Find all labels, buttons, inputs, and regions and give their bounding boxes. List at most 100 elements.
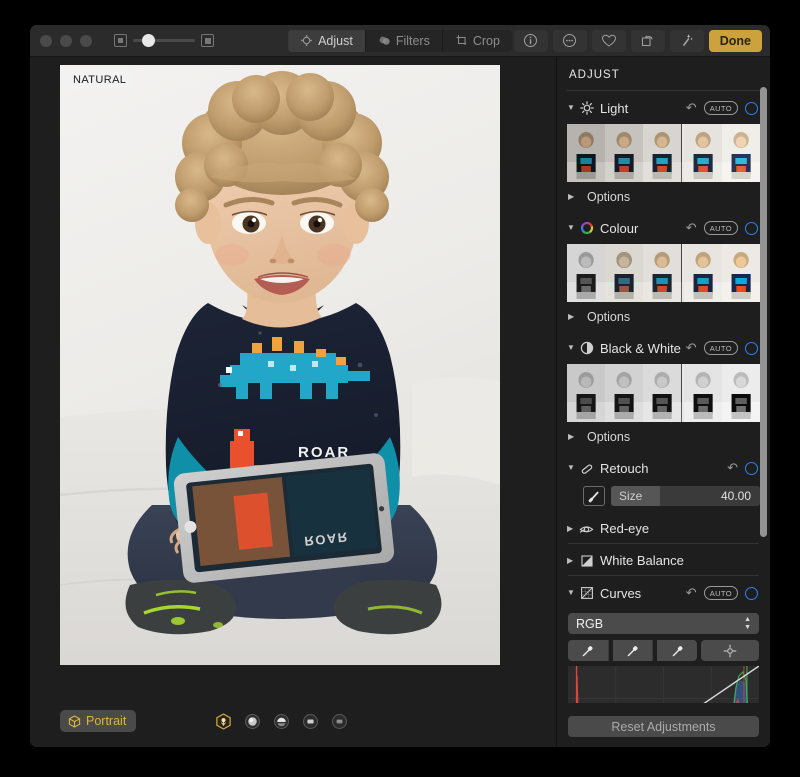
favorite-button[interactable]	[591, 29, 626, 52]
revert-colour-button[interactable]: ↶	[686, 220, 697, 236]
zoom-button[interactable]	[80, 34, 92, 47]
mode-segmented-control[interactable]: Adjust Filters Crop	[288, 29, 512, 52]
add-point-tool-button[interactable]	[701, 640, 760, 661]
disclosure-triangle-red-eye[interactable]: ▶	[567, 524, 578, 533]
bw-thumb-4[interactable]	[683, 364, 722, 422]
section-header-colour[interactable]: ▼ Colour ↶ AUTO	[567, 211, 760, 243]
curves-channel-select[interactable]: RGB ▲ ▼	[568, 613, 759, 634]
photo-image[interactable]: ROAR ROAR	[60, 65, 500, 665]
colour-thumb-3[interactable]	[643, 244, 682, 302]
portrait-chip[interactable]: Portrait	[60, 710, 137, 732]
colour-options-label: Options	[587, 310, 631, 324]
light-options-row[interactable]: ▶ Options	[567, 182, 760, 211]
section-label-white-balance: White Balance	[600, 553, 684, 568]
zoom-slider-track[interactable]	[133, 34, 195, 47]
retouch-size-slider[interactable]: Size 40.00	[611, 486, 760, 506]
natural-light-icon[interactable]	[215, 712, 232, 730]
disclosure-triangle-bw-options[interactable]: ▶	[568, 433, 579, 441]
toggle-bw-button[interactable]	[745, 341, 758, 355]
reset-adjustments-wrap: Reset Adjustments	[557, 716, 770, 737]
info-button[interactable]	[513, 29, 548, 52]
photos-edit-window: Adjust Filters Crop Done ROAR ROAR NATUR…	[30, 25, 770, 747]
light-variant-thumbnails[interactable]	[567, 124, 761, 182]
disclosure-triangle-light[interactable]: ▼	[567, 104, 578, 112]
zoom-slider-control[interactable]	[114, 34, 214, 47]
light-thumb-2[interactable]	[605, 124, 644, 182]
done-button[interactable]: Done	[708, 29, 762, 52]
light-thumb-3[interactable]	[643, 124, 682, 182]
disclosure-triangle-colour-options[interactable]: ▶	[568, 313, 579, 321]
section-header-curves[interactable]: ▼ Curves ↶ AUTO	[567, 576, 760, 608]
auto-light-button[interactable]: AUTO	[703, 101, 738, 115]
stage-light-icon[interactable]	[302, 713, 319, 730]
colour-thumb-2[interactable]	[605, 244, 644, 302]
photo-container[interactable]: ROAR ROAR NATURAL	[60, 65, 500, 665]
curves-picker-row[interactable]	[568, 640, 760, 661]
gray-point-picker-button[interactable]	[612, 640, 654, 661]
black-point-picker-button[interactable]	[568, 640, 609, 661]
tab-filters[interactable]: Filters	[366, 29, 443, 52]
section-header-red-eye[interactable]: ▶ Red-eye	[567, 512, 760, 543]
revert-bw-button[interactable]: ↶	[686, 340, 697, 356]
bw-options-row[interactable]: ▶ Options	[567, 422, 760, 451]
titlebar-actions: Done	[513, 29, 762, 52]
section-header-light[interactable]: ▼ Light ↶ AUTO	[567, 91, 760, 123]
close-button[interactable]	[40, 34, 52, 47]
colour-thumb-5[interactable]	[721, 244, 761, 302]
sidebar-scrollbar-thumb[interactable]	[760, 87, 767, 537]
auto-bw-button[interactable]: AUTO	[703, 341, 738, 355]
revert-light-button[interactable]: ↶	[686, 100, 697, 116]
sidebar-scroll-area[interactable]: ▼ Light ↶ AUTO ▶ Options ▼ Colour ↶ AUTO…	[557, 91, 770, 703]
disclosure-triangle-retouch[interactable]: ▼	[567, 464, 578, 472]
disclosure-triangle-white-balance[interactable]: ▶	[567, 556, 578, 565]
colour-options-row[interactable]: ▶ Options	[567, 302, 760, 331]
sidebar-scrollbar[interactable]	[760, 85, 767, 705]
tab-crop[interactable]: Crop	[443, 30, 512, 52]
colour-variant-thumbnails[interactable]	[567, 244, 761, 302]
enhance-button[interactable]	[669, 29, 704, 52]
light-thumb-4[interactable]	[683, 124, 722, 182]
section-header-white-balance[interactable]: ▶ White Balance	[567, 544, 760, 575]
studio-light-icon[interactable]	[244, 713, 261, 730]
section-label-curves: Curves	[600, 585, 642, 601]
section-header-retouch[interactable]: ▼ Retouch ↶	[567, 451, 760, 483]
bw-thumb-1[interactable]	[567, 364, 606, 422]
colour-thumb-4[interactable]	[683, 244, 722, 302]
minimize-button[interactable]	[60, 34, 72, 47]
adjust-icon	[301, 35, 312, 46]
auto-colour-button[interactable]: AUTO	[703, 221, 738, 235]
reset-adjustments-button[interactable]: Reset Adjustments	[568, 716, 759, 737]
colour-thumb-1[interactable]	[567, 244, 606, 302]
revert-curves-button[interactable]: ↶	[686, 585, 697, 601]
section-header-black-and-white[interactable]: ▼ Black & White ↶ AUTO	[567, 331, 760, 363]
bw-variant-thumbnails[interactable]	[567, 364, 761, 422]
stage-light-mono-icon[interactable]	[331, 713, 348, 730]
tab-adjust[interactable]: Adjust	[288, 29, 366, 52]
zoom-slider-knob[interactable]	[141, 34, 155, 47]
toggle-retouch-button[interactable]	[745, 461, 758, 475]
auto-curves-button[interactable]: AUTO	[703, 586, 738, 600]
bw-thumb-2[interactable]	[605, 364, 644, 422]
disclosure-triangle-curves[interactable]: ▼	[567, 589, 578, 597]
curves-histogram-graph[interactable]	[568, 666, 759, 703]
white-point-picker-button[interactable]	[657, 640, 698, 661]
revert-retouch-button[interactable]: ↶	[727, 460, 738, 476]
retouch-size-row[interactable]: Size 40.00	[567, 483, 760, 512]
comment-button[interactable]	[552, 29, 587, 52]
light-thumb-1[interactable]	[567, 124, 606, 182]
disclosure-triangle-bw[interactable]: ▼	[567, 344, 578, 352]
disclosure-triangle-colour[interactable]: ▼	[567, 224, 578, 232]
bw-thumb-3[interactable]	[643, 364, 682, 422]
toggle-light-button[interactable]	[745, 101, 758, 115]
bw-thumb-5[interactable]	[721, 364, 761, 422]
contour-light-icon[interactable]	[273, 713, 290, 730]
light-thumb-5[interactable]	[721, 124, 761, 182]
canvas-bottom-bar: Portrait	[30, 695, 556, 747]
disclosure-triangle-light-options[interactable]: ▶	[568, 193, 579, 201]
lighting-effect-selector[interactable]	[215, 712, 348, 730]
magic-wand-icon	[683, 34, 694, 47]
brush-tool-button[interactable]	[583, 486, 605, 506]
toggle-curves-button[interactable]	[745, 586, 758, 600]
toggle-colour-button[interactable]	[745, 221, 758, 235]
rotate-button[interactable]	[630, 29, 665, 52]
